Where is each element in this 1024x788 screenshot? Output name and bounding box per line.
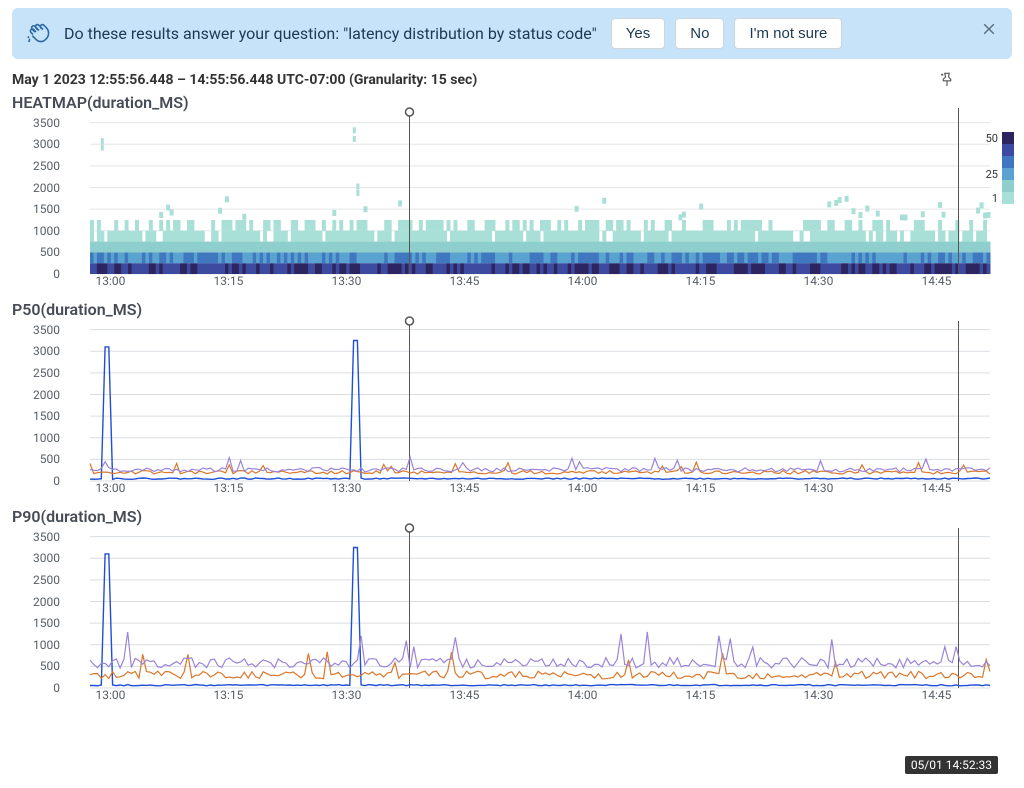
close-icon[interactable] xyxy=(978,18,1000,40)
wave-icon xyxy=(26,22,50,46)
x-axis: 13:0013:1513:3013:4514:0014:1514:3014:45 xyxy=(68,481,1012,499)
pin-icon[interactable] xyxy=(938,71,956,89)
x-axis: 13:0013:1513:3013:4514:0014:1514:3014:45 xyxy=(68,274,1012,292)
y-axis: 0500100015002000250030003500 xyxy=(12,321,68,481)
chart-title-p50: P50(duration_MS) xyxy=(12,300,1012,319)
feedback-prompt: Do these results answer your question: "… xyxy=(64,24,597,43)
hover-timestamp: 05/01 14:52:33 xyxy=(905,756,998,774)
heatmap-plot[interactable] xyxy=(68,114,1012,274)
unsure-button[interactable]: I'm not sure xyxy=(734,18,842,49)
chart-heatmap: HEATMAP(duration_MS) 0500100015002000250… xyxy=(12,93,1012,292)
no-button[interactable]: No xyxy=(675,18,724,49)
feedback-buttons: Yes No I'm not sure xyxy=(611,18,843,49)
feedback-banner: Do these results answer your question: "… xyxy=(12,8,1012,59)
y-axis: 0500100015002000250030003500 xyxy=(12,114,68,274)
p50-plot[interactable] xyxy=(68,321,1012,481)
x-axis: 13:0013:1513:3013:4514:0014:1514:3014:45 xyxy=(68,688,1012,706)
p90-plot[interactable] xyxy=(68,528,1012,688)
yes-button[interactable]: Yes xyxy=(611,18,665,49)
time-range-caption: May 1 2023 12:55:56.448 – 14:55:56.448 U… xyxy=(12,72,477,88)
y-axis: 0500100015002000250030003500 xyxy=(12,528,68,688)
chart-title-heatmap: HEATMAP(duration_MS) xyxy=(12,93,1012,112)
chart-title-p90: P90(duration_MS) xyxy=(12,507,1012,526)
chart-p90: P90(duration_MS) 05001000150020002500300… xyxy=(12,507,1012,706)
heatmap-legend: 50251 xyxy=(982,132,1018,204)
chart-p50: P50(duration_MS) 05001000150020002500300… xyxy=(12,300,1012,499)
